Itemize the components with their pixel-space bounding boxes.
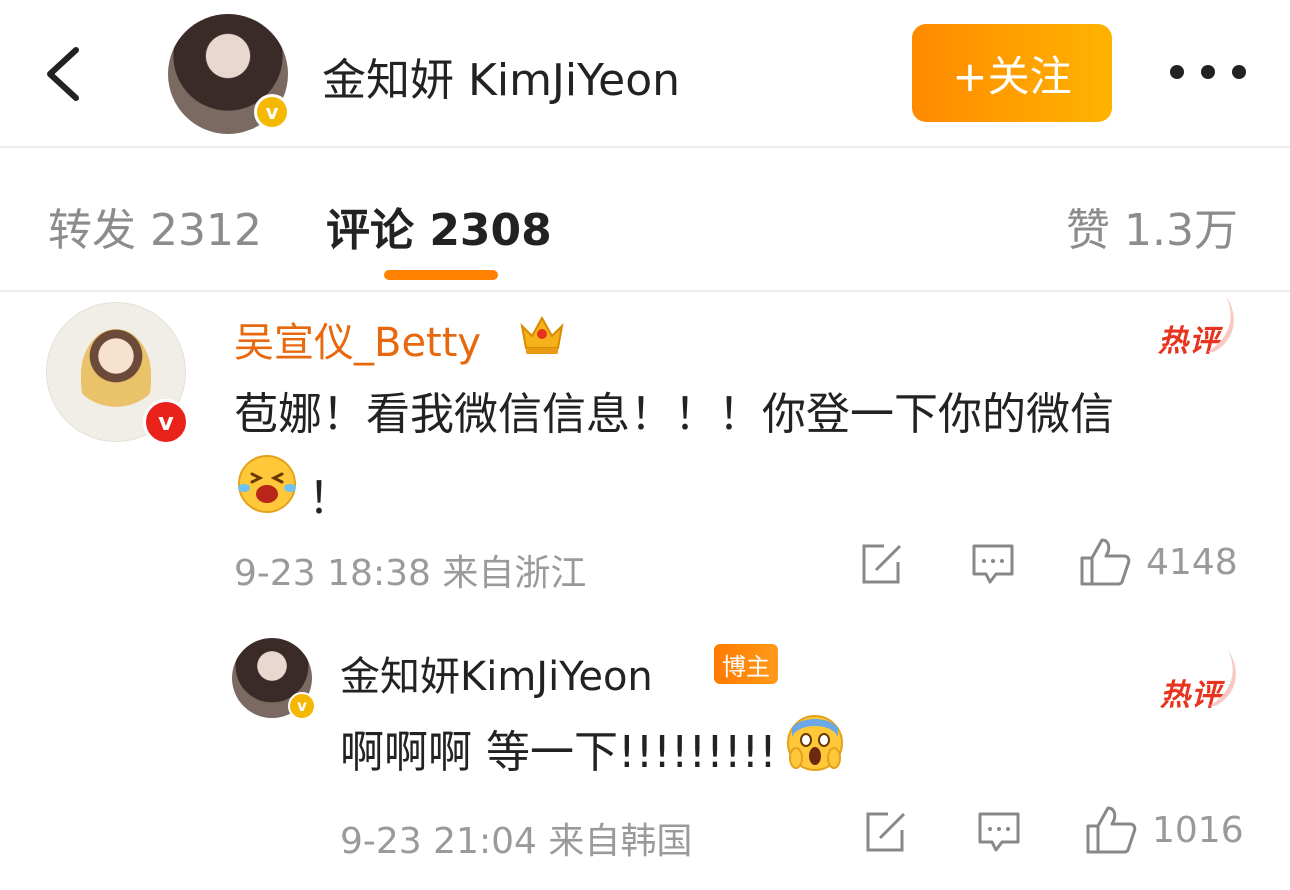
like-button[interactable]: 1016: [1084, 804, 1244, 856]
scream-emoji-icon: [786, 714, 844, 772]
active-tab-indicator: [384, 270, 498, 280]
comment-meta: 9-23 18:38 来自浙江: [234, 553, 587, 594]
page-title[interactable]: 金知妍 KimJiYeon: [322, 44, 680, 108]
reply-text: 啊啊啊 等一下!!!!!!!!!: [340, 727, 777, 778]
verified-badge-icon: v: [254, 94, 290, 130]
commenter-avatar[interactable]: v: [46, 302, 189, 445]
back-icon[interactable]: [38, 44, 98, 104]
thumbs-up-icon: [1086, 806, 1137, 854]
profile-avatar[interactable]: v: [168, 14, 290, 134]
reply-username[interactable]: 金知妍KimJiYeon: [340, 644, 653, 702]
author-badge: 博主: [714, 644, 778, 684]
tabs-divider: [0, 290, 1290, 292]
share-button[interactable]: [862, 810, 908, 854]
share-icon: [862, 544, 902, 584]
comment-text: 苞娜！看我微信信息！！！你登一下你的微信: [234, 389, 1114, 440]
share-button[interactable]: [858, 542, 904, 586]
like-count: 4148: [1146, 541, 1238, 583]
thumbs-up-icon: [1080, 538, 1131, 586]
share-icon: [866, 812, 906, 852]
comment-text-line2: ！: [308, 473, 352, 524]
reply-button[interactable]: [970, 542, 1016, 586]
more-options-icon[interactable]: [1170, 58, 1246, 86]
like-count: 1016: [1152, 809, 1244, 851]
verified-badge-icon: v: [143, 399, 189, 445]
header-divider: [0, 146, 1290, 148]
tab-repost[interactable]: 转发 2312: [48, 194, 262, 258]
like-button[interactable]: 4148: [1078, 536, 1238, 588]
tab-comments[interactable]: 评论 2308: [326, 194, 552, 258]
reply-avatar[interactable]: v: [232, 638, 316, 720]
verified-badge-icon: v: [288, 692, 316, 720]
crown-icon: [518, 312, 566, 356]
hot-comment-badge: 热评: [1158, 296, 1234, 360]
tab-likes[interactable]: 赞 1.3万: [1066, 194, 1238, 258]
comment-icon: [978, 812, 1020, 852]
reply-meta: 9-23 21:04 来自韩国: [340, 821, 693, 862]
crying-laugh-emoji-icon: [236, 454, 298, 514]
reply-button[interactable]: [976, 810, 1022, 854]
comment-icon: [972, 544, 1014, 584]
hot-comment-badge: 热评: [1160, 650, 1236, 714]
follow-button[interactable]: +关注: [912, 24, 1112, 122]
commenter-name[interactable]: 吴宣仪_Betty: [234, 310, 481, 368]
